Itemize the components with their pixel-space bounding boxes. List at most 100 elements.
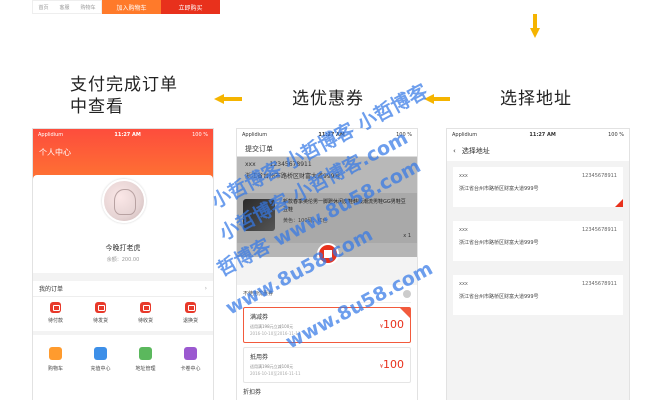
add-to-cart-button[interactable]: 加入购物车 — [102, 0, 161, 14]
coupon-third-label[interactable]: 折扣券 — [243, 387, 411, 396]
clock: 11:27 AM — [529, 132, 556, 138]
page-title: 个人中心 — [39, 148, 71, 157]
status-bar: Applidium 11:27 AM 100 % — [447, 129, 629, 141]
close-icon[interactable] — [317, 243, 339, 265]
coupon-amount-value: 100 — [383, 358, 404, 371]
bottom-action-bar: 首页 客服 购物车 加入购物车 立即购买 — [32, 0, 220, 14]
caption-choose-address: 选择地址 — [500, 89, 572, 109]
orders-section: 我的订单 › 待付款 待发货 待收货 退换货 — [33, 281, 213, 331]
carrier-label: Applidium — [452, 132, 478, 138]
coupon-sheet: 不使用优惠券 满减券 适用满198元立减100元 2016-10-10至2016… — [237, 285, 417, 400]
order-pending-receive[interactable]: 待收货 — [128, 302, 164, 324]
address-block[interactable]: xxx 12345678911 浙江省台州市路桥区财富大道999号 — [237, 157, 417, 193]
phone-choose-address: Applidium 11:27 AM 100 % ‹ 选择地址 xxx 12345… — [446, 128, 630, 400]
selected-check-icon — [400, 308, 410, 318]
service-grid: 购物车 充值中心 地址管理 卡卷中心 — [33, 335, 213, 400]
page-title: 提交订单 — [245, 144, 273, 153]
coupon-item[interactable]: 抵用券 适用满198元立减100元 2016-10-10至2016-11-11 … — [243, 347, 411, 383]
addr-street: 浙江省台州市路桥区财富大道999号 — [245, 173, 341, 180]
coupon-amount-value: 100 — [383, 318, 404, 331]
nav-bar: ‹ 选择地址 — [447, 141, 629, 161]
addr-name: xxx — [245, 161, 256, 168]
mini-nav-service[interactable]: 客服 — [59, 4, 69, 11]
order-return[interactable]: 退换货 — [173, 302, 209, 324]
carrier-label: Applidium — [38, 132, 64, 138]
grid-label: 购物车 — [47, 366, 63, 372]
orders-header[interactable]: 我的订单 › — [33, 281, 213, 297]
order-label: 待付款 — [47, 318, 63, 324]
product-qty: x 1 — [403, 233, 411, 239]
selected-check-icon — [615, 199, 623, 207]
mini-nav-home[interactable]: 首页 — [38, 4, 48, 11]
cart-icon — [49, 347, 62, 360]
buy-now-button[interactable]: 立即购买 — [161, 0, 220, 14]
status-bar: Applidium 11:27 AM 100 % — [237, 129, 417, 141]
battery-label: 100 % — [608, 132, 624, 138]
caption-choose-coupon: 选优惠券 — [292, 89, 364, 109]
caption-pay-done: 支付完成订单中查看 — [70, 75, 178, 117]
grid-label: 卡卷中心 — [180, 366, 201, 372]
orders-title: 我的订单 — [39, 286, 64, 293]
addr-name: xxx — [459, 281, 468, 287]
addr-street: 浙江省台州市路桥区财富大道999号 — [459, 294, 539, 300]
box-icon — [95, 302, 106, 313]
order-label: 待收货 — [137, 318, 153, 324]
radio-icon — [403, 289, 411, 298]
product-desc: 新款春季英伦男一脚蹬休闲皮鞋韩版潮流男鞋GG男鞋豆豆鞋 — [283, 199, 406, 213]
mini-nav: 首页 客服 购物车 — [32, 0, 102, 14]
phone-submit-order: Applidium 11:27 AM 100 % 提交订单 xxx 123456… — [236, 128, 418, 400]
grid-cards[interactable]: 卡卷中心 — [173, 347, 209, 372]
left-arrow-icon — [214, 94, 242, 104]
grid-label: 地址管理 — [135, 366, 156, 372]
product-image — [243, 199, 275, 231]
avatar[interactable] — [102, 179, 146, 223]
no-coupon-option[interactable]: 不使用优惠券 — [243, 285, 411, 303]
page-title: 选择地址 — [461, 147, 490, 155]
back-icon[interactable]: ‹ — [453, 147, 456, 155]
clock: 11:27 AM — [318, 132, 345, 138]
order-pending-ship[interactable]: 待发货 — [83, 302, 119, 324]
coupon-amount: ¥100 — [379, 358, 404, 371]
left-arrow-icon — [424, 94, 450, 104]
status-bar: Applidium 11:27 AM 100 % — [33, 129, 213, 141]
coupon-amount: ¥100 — [379, 318, 404, 331]
addr-name: xxx — [459, 173, 468, 179]
address-card[interactable]: xxx 12345678911 浙江省台州市路桥区财富大道999号 — [453, 221, 623, 261]
chevron-right-icon: › — [204, 285, 207, 292]
truck-icon — [140, 302, 151, 313]
battery-label: 100 % — [396, 132, 412, 138]
down-arrow-icon — [530, 14, 540, 40]
order-pending-pay[interactable]: 待付款 — [38, 302, 74, 324]
address-card[interactable]: xxx 12345678911 浙江省台州市路桥区财富大道999号 — [453, 275, 623, 315]
carrier-label: Applidium — [242, 132, 268, 138]
addr-phone: 12345678911 — [582, 227, 617, 233]
order-label: 待发货 — [92, 318, 108, 324]
no-coupon-label: 不使用优惠券 — [243, 291, 274, 297]
coupon-date: 2016-10-10至2016-11-11 — [250, 331, 301, 336]
grid-address[interactable]: 地址管理 — [128, 347, 164, 372]
addr-phone: 12345678911 — [269, 161, 312, 168]
nav-bar: 提交订单 — [237, 141, 417, 157]
order-label: 退换货 — [182, 318, 198, 324]
addr-street: 浙江省台州市路桥区财富大道999号 — [459, 186, 539, 192]
card-icon — [184, 347, 197, 360]
phone-user-center: Applidium 11:27 AM 100 % 个人中心 今晚打老虎 余额：2… — [32, 128, 214, 400]
grid-cart[interactable]: 购物车 — [38, 347, 74, 372]
addr-street: 浙江省台州市路桥区财富大道999号 — [459, 240, 539, 246]
location-icon — [139, 347, 152, 360]
addr-phone: 12345678911 — [582, 281, 617, 287]
coupon-date: 2016-10-10至2016-11-11 — [250, 371, 301, 376]
battery-label: 100 % — [192, 132, 208, 138]
balance: 余额：200.00 — [106, 257, 140, 263]
grid-recharge[interactable]: 充值中心 — [83, 347, 119, 372]
grid-label: 充值中心 — [90, 366, 111, 372]
username: 今晚打老虎 — [105, 244, 141, 252]
addr-phone: 12345678911 — [582, 173, 617, 179]
address-card[interactable]: xxx 12345678911 浙江省台州市路桥区财富大道999号 — [453, 167, 623, 207]
clock: 11:27 AM — [114, 132, 141, 138]
recharge-icon — [94, 347, 107, 360]
product-row: 新款春季英伦男一脚蹬休闲皮鞋韩版潮流男鞋GG男鞋豆豆鞋 黄色：100码；红色 x… — [237, 193, 417, 243]
mini-nav-cart[interactable]: 购物车 — [80, 4, 95, 11]
return-icon — [185, 302, 196, 313]
coupon-item[interactable]: 满减券 适用满198元立减100元 2016-10-10至2016-11-11 … — [243, 307, 411, 343]
